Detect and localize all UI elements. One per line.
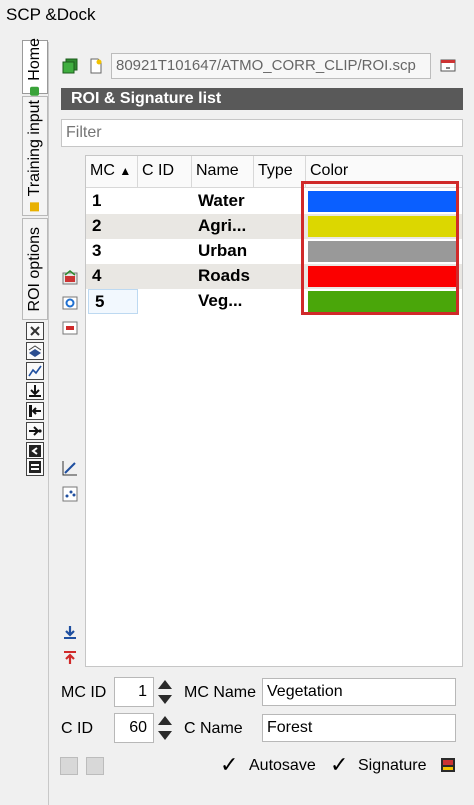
signature-checkbox[interactable]: ✓	[330, 752, 348, 778]
column-header-type[interactable]: Type	[254, 156, 306, 187]
training-tab-icon	[30, 202, 40, 212]
signature-calc-icon	[441, 758, 455, 772]
delete-icon	[62, 321, 78, 335]
stepper-down-icon[interactable]	[158, 731, 172, 740]
delete-button[interactable]	[60, 318, 80, 338]
new-file-icon	[90, 58, 102, 74]
layers-icon	[28, 345, 42, 357]
row-mc-editor[interactable]: 5	[88, 289, 138, 314]
tool-icon-3[interactable]	[26, 362, 44, 380]
merge-button[interactable]	[60, 268, 80, 288]
open-file-button[interactable]	[438, 56, 458, 76]
tool-icon-2[interactable]	[26, 342, 44, 360]
open-file-icon	[440, 59, 456, 72]
row-type	[254, 239, 306, 264]
row-cid	[138, 189, 192, 214]
column-header-cid[interactable]: C ID	[138, 156, 192, 187]
mc-id-stepper[interactable]	[156, 677, 174, 707]
tool-icon-1[interactable]	[26, 322, 44, 340]
tab-roi-options[interactable]: ROI options	[22, 218, 48, 320]
tool-icon-5[interactable]	[26, 402, 44, 420]
tab-home-label: Home	[26, 38, 43, 81]
c-name-label: C Name	[184, 720, 243, 737]
row-mc: 2	[92, 216, 102, 235]
merge-icon	[62, 270, 78, 285]
process-icon	[29, 426, 42, 436]
tool-icon-4[interactable]	[26, 382, 44, 400]
redo-icon[interactable]	[86, 757, 104, 775]
postprocess-icon	[29, 445, 41, 457]
stepper-down-icon[interactable]	[158, 695, 172, 704]
calculate-icon	[62, 296, 78, 310]
tool-icon-8[interactable]	[26, 458, 44, 476]
color-column-highlight	[301, 181, 459, 315]
column-header-name[interactable]: Name	[192, 156, 254, 187]
section-title: ROI & Signature list	[61, 88, 463, 110]
reset-button[interactable]	[60, 56, 80, 76]
row-cid	[138, 239, 192, 264]
tab-training-label: Training input	[26, 100, 43, 197]
stepper-up-icon[interactable]	[158, 680, 172, 689]
row-cid	[138, 214, 192, 239]
mc-name-label: MC Name	[184, 684, 257, 701]
mc-name-field[interactable]: Vegetation	[262, 678, 456, 706]
download-icon	[29, 385, 41, 397]
row-name: Water	[198, 191, 245, 210]
tab-home[interactable]: Home	[22, 38, 48, 96]
row-name: Urban	[198, 241, 248, 260]
row-cid	[138, 264, 192, 289]
scatter-icon	[62, 486, 78, 502]
row-name: Veg...	[198, 291, 243, 310]
export-button[interactable]	[60, 648, 80, 668]
layers-green-icon	[62, 58, 78, 74]
home-tab-icon	[30, 86, 40, 96]
row-type	[254, 264, 306, 289]
window-title: SCP &Dock	[0, 0, 474, 30]
row-type	[254, 189, 306, 214]
row-name: Roads	[198, 266, 250, 285]
row-cid	[138, 289, 192, 314]
spectral-plot-icon	[28, 365, 42, 377]
stepper-up-icon[interactable]	[158, 716, 172, 725]
row-mc: 4	[92, 266, 102, 285]
c-id-stepper[interactable]	[156, 713, 174, 743]
import-arrow-icon	[64, 626, 76, 639]
tab-roi-options-label: ROI options	[26, 226, 43, 312]
row-mc: 3	[92, 241, 102, 260]
plot-button[interactable]	[60, 458, 80, 478]
scatter-button[interactable]	[60, 484, 80, 504]
row-mc: 1	[92, 191, 102, 210]
sort-ascending-icon: ▲	[119, 164, 132, 178]
row-name: Agri...	[198, 216, 247, 235]
calculate-button[interactable]	[60, 293, 80, 313]
undo-icon[interactable]	[60, 757, 78, 775]
tool-icon-6[interactable]	[26, 422, 44, 440]
row-type	[254, 289, 306, 314]
mc-id-spinbox[interactable]: 1	[114, 677, 154, 707]
new-file-button[interactable]	[86, 56, 106, 76]
c-id-label: C ID	[61, 720, 93, 737]
training-file-path[interactable]: 80921T101647/ATMO_CORR_CLIP/ROI.scp	[111, 53, 431, 79]
settings-icon	[29, 461, 41, 473]
plot-icon	[62, 461, 77, 476]
c-name-field[interactable]: Forest	[262, 714, 456, 742]
mc-id-label: MC ID	[61, 684, 107, 701]
autosave-checkbox[interactable]: ✓	[220, 752, 238, 778]
column-header-mc[interactable]: MC ▲	[86, 156, 138, 187]
import-button[interactable]	[60, 623, 80, 643]
c-id-spinbox[interactable]: 60	[114, 713, 154, 743]
filter-input[interactable]	[61, 119, 463, 147]
close-roi-icon	[30, 326, 40, 336]
signature-options-button[interactable]	[438, 755, 458, 775]
import-icon	[29, 405, 41, 417]
export-arrow-icon	[64, 651, 76, 664]
row-type	[254, 214, 306, 239]
autosave-label: Autosave	[249, 757, 316, 774]
tab-training-input[interactable]: Training input	[22, 96, 48, 216]
signature-label: Signature	[358, 757, 427, 774]
